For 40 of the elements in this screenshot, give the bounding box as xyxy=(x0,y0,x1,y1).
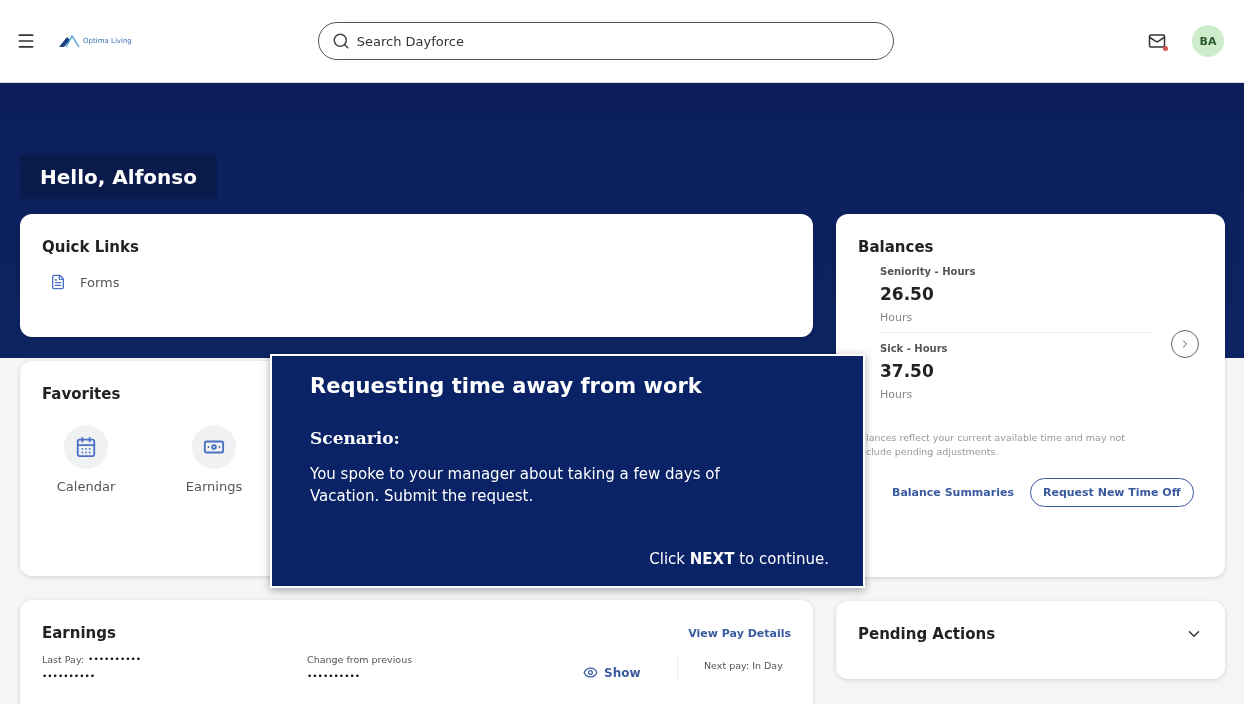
calendar-icon xyxy=(75,436,97,458)
favorite-label: Earnings xyxy=(185,479,243,494)
popup-hint: Click NEXT to continue. xyxy=(649,550,829,568)
eye-icon xyxy=(583,665,598,680)
card-title: Quick Links xyxy=(42,238,139,256)
popup-text: You spoke to your manager about taking a few days of Vacation. Submit the request. xyxy=(310,464,721,507)
show-button[interactable]: Show xyxy=(577,664,647,681)
card-title: Favorites xyxy=(42,385,121,403)
mail-icon[interactable] xyxy=(1148,32,1166,50)
favorite-button[interactable] xyxy=(192,425,236,469)
balance-value: 26.50 xyxy=(880,284,935,304)
search-field[interactable]: Search Dayforce xyxy=(317,22,894,60)
balance-label: Seniority - Hours xyxy=(880,266,977,277)
hidden-amount: •••••••••• xyxy=(42,671,97,681)
balance-note: lances reflect your current available time and may not xyxy=(866,431,1127,445)
balance-unit: Hours xyxy=(880,388,914,401)
balance-note: clude pending adjustments. xyxy=(866,445,1000,460)
card-title: Balances xyxy=(858,238,934,256)
popup-subtitle: Scenario: xyxy=(310,428,401,448)
balance-value: 37.50 xyxy=(880,361,935,381)
menu-icon[interactable] xyxy=(16,31,36,51)
popup-title: Requesting time away from work xyxy=(310,374,703,398)
greeting-title: Hello, Alfonso xyxy=(20,155,217,199)
change-label: Change from previous xyxy=(307,654,414,665)
request-button[interactable]: Request New Time Off xyxy=(1029,477,1194,507)
user-avatar[interactable]: BA xyxy=(1192,25,1224,57)
last-pay-label: Last Pay: xyxy=(42,654,85,665)
balance-unit: Hours xyxy=(880,311,914,324)
hidden-amount: •••••••••• xyxy=(307,671,362,681)
document-icon xyxy=(50,274,66,290)
card-title: Earnings xyxy=(42,624,116,642)
favorite-button[interactable] xyxy=(64,425,108,469)
card-title: Pending Actions xyxy=(858,625,996,643)
search-icon xyxy=(331,32,350,50)
next-pay-label: Next pay: In Day xyxy=(704,660,783,671)
balance-label: Sick - Hours xyxy=(880,343,949,354)
favorite-label: Calendar xyxy=(56,479,116,494)
quick-link[interactable]: Forms xyxy=(80,274,120,290)
view-pay-details-link[interactable]: View Pay Details xyxy=(688,626,791,640)
hidden-amount: •••••••••• xyxy=(88,654,142,665)
